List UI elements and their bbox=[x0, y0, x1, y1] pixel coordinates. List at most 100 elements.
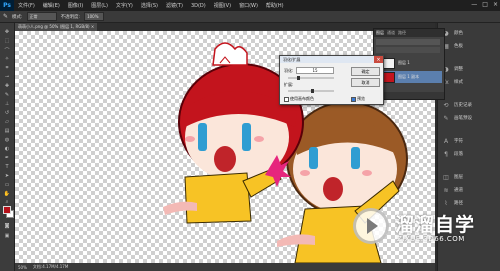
layers-panel-footer bbox=[374, 92, 444, 99]
foreground-color-swatch[interactable] bbox=[3, 206, 11, 214]
brush-icon[interactable]: ✎ bbox=[3, 13, 8, 20]
screen-mode-icon[interactable]: ▣ bbox=[3, 233, 11, 239]
feather-input[interactable]: 15 bbox=[296, 67, 334, 74]
doc-info: 文档:4.17M/4.17M bbox=[32, 264, 69, 269]
dock-item-channels[interactable]: ≋ 通道 bbox=[438, 184, 500, 196]
checkbox-label: 使用画布颜色 bbox=[290, 96, 314, 101]
minimize-button[interactable]: — bbox=[471, 1, 477, 8]
menu-view[interactable]: 视图(V) bbox=[210, 2, 235, 9]
document-tab[interactable]: 萌萌小人.png @ 50% (图层 1, RGB/8) × bbox=[15, 23, 97, 31]
dock-label: 图层 bbox=[454, 175, 463, 180]
opacity-input[interactable]: 100% bbox=[84, 12, 105, 21]
menu-3d[interactable]: 3D(D) bbox=[187, 3, 210, 9]
zoom-tool-icon[interactable]: ⌕ bbox=[3, 199, 11, 205]
checkbox-box[interactable] bbox=[284, 96, 289, 102]
dock-label: 色板 bbox=[454, 44, 463, 49]
dock-item-adjust[interactable]: ◑ 调整 bbox=[438, 63, 500, 75]
mode-select[interactable]: 正常 bbox=[26, 12, 57, 21]
dock-item-swatches[interactable]: ▦ 色板 bbox=[438, 40, 500, 52]
menu-layer[interactable]: 图层(L) bbox=[87, 2, 112, 9]
gradient-tool-icon[interactable]: ▤ bbox=[3, 128, 11, 134]
cancel-button[interactable]: 取消 bbox=[351, 78, 380, 87]
checkbox-box[interactable] bbox=[351, 96, 356, 102]
crop-tool-icon[interactable]: ⌗ bbox=[3, 65, 11, 71]
use-canvas-color-checkbox[interactable]: 使用画布颜色 bbox=[284, 96, 314, 102]
lasso-tool-icon[interactable]: ⌒ bbox=[3, 47, 11, 54]
menu-filter[interactable]: 滤镜(T) bbox=[162, 2, 187, 9]
layer-name: 图层 1 副本 bbox=[398, 74, 420, 79]
tab-layers[interactable]: 图层 bbox=[376, 30, 384, 36]
blur-tool-icon[interactable]: ◍ bbox=[3, 137, 11, 143]
tab-paths[interactable]: 路径 bbox=[398, 30, 406, 36]
expand-slider-knob[interactable] bbox=[311, 89, 314, 93]
brush-tool-icon[interactable]: ✎ bbox=[3, 92, 11, 98]
expand-label: 扩展: bbox=[284, 82, 294, 87]
options-bar: ✎ 模式: 正常 不透明度: 100% bbox=[0, 11, 500, 23]
channels-icon: ≋ bbox=[443, 186, 449, 194]
dock-label: 通道 bbox=[454, 188, 463, 193]
dock-label: 样式 bbox=[454, 80, 463, 85]
zoom-readout[interactable]: 50% bbox=[18, 265, 27, 270]
blend-opacity-row[interactable] bbox=[376, 47, 440, 53]
menu-edit[interactable]: 编辑(E) bbox=[39, 2, 64, 9]
paragraph-icon: ¶ bbox=[444, 150, 448, 158]
stamp-tool-icon[interactable]: ⊥ bbox=[3, 101, 11, 107]
layer-name: 图层 1 bbox=[398, 60, 410, 65]
history-brush-tool-icon[interactable]: ↺ bbox=[3, 110, 11, 116]
dock-item-layers[interactable]: ◫ 图层 bbox=[438, 171, 500, 183]
dock-item-brush-preset[interactable]: ✎ 画笔预设 bbox=[438, 112, 500, 124]
feather-slider-knob[interactable] bbox=[297, 76, 300, 80]
tab-channels[interactable]: 通道 bbox=[387, 30, 395, 36]
photoshop-logo: Ps bbox=[0, 0, 14, 11]
dodge-tool-icon[interactable]: ◐ bbox=[3, 146, 11, 152]
feather-slider[interactable] bbox=[288, 76, 334, 80]
dialog-title: 羽化/扩展 bbox=[280, 56, 383, 63]
toolbox: ✥ ⬚ ⌒ ✧ ⌗ ⊸ ✚ ✎ ⊥ ↺ ▱ ▤ ◍ ◐ ✒ T ➤ ▭ ✋ ⌕ … bbox=[0, 23, 15, 271]
layer-thumbnail bbox=[383, 71, 395, 83]
feather-label: 羽化: bbox=[284, 68, 294, 73]
pen-tool-icon[interactable]: ✒ bbox=[3, 155, 11, 161]
move-tool-icon[interactable]: ✥ bbox=[3, 29, 11, 35]
marquee-tool-icon[interactable]: ⬚ bbox=[3, 38, 11, 44]
dock-label: 段落 bbox=[454, 152, 463, 157]
close-button[interactable]: × bbox=[493, 1, 498, 8]
layer-row[interactable]: ◉ 图层 1 bbox=[375, 57, 442, 69]
dialog-close-button[interactable]: × bbox=[374, 56, 383, 63]
healing-tool-icon[interactable]: ✚ bbox=[3, 83, 11, 89]
window-controls: — □ × bbox=[471, 1, 498, 8]
preview-checkbox[interactable]: 预览 bbox=[351, 96, 365, 102]
menu-type[interactable]: 文字(Y) bbox=[112, 2, 137, 9]
dock-item-paragraph[interactable]: ¶ 段落 bbox=[438, 148, 500, 160]
dock-label: 字符 bbox=[454, 139, 463, 144]
layer-row-active[interactable]: ◉ 图层 1 副本 bbox=[375, 71, 442, 83]
menu-help[interactable]: 帮助(H) bbox=[262, 2, 288, 9]
maximize-button[interactable]: □ bbox=[482, 1, 488, 8]
menu-file[interactable]: 文件(F) bbox=[14, 2, 39, 9]
dock-item-style[interactable]: fx 样式 bbox=[438, 76, 500, 88]
menu-bar: Ps 文件(F) 编辑(E) 图像(I) 图层(L) 文字(Y) 选择(S) 滤… bbox=[0, 0, 500, 11]
magic-wand-tool-icon[interactable]: ✧ bbox=[3, 56, 11, 62]
eyedropper-tool-icon[interactable]: ⊸ bbox=[3, 74, 11, 80]
shape-tool-icon[interactable]: ▭ bbox=[3, 182, 11, 188]
mode-label: 模式: bbox=[12, 14, 23, 20]
quick-mask-icon[interactable]: ◙ bbox=[3, 223, 11, 229]
dock-item-char[interactable]: A 字符 bbox=[438, 135, 500, 147]
eraser-tool-icon[interactable]: ▱ bbox=[3, 119, 11, 125]
menu-image[interactable]: 图像(I) bbox=[64, 2, 87, 9]
layers-panel-tabs: 图层 通道 路径 bbox=[374, 29, 444, 37]
ok-button[interactable]: 确定 bbox=[351, 67, 380, 76]
dock-label: 画笔预设 bbox=[454, 116, 472, 121]
dock-item-color[interactable]: ◕ 颜色 bbox=[438, 27, 500, 39]
expand-slider[interactable] bbox=[288, 89, 334, 93]
checkbox-label: 预览 bbox=[357, 96, 365, 101]
menu-select[interactable]: 选择(S) bbox=[137, 2, 162, 9]
menu-window[interactable]: 窗口(W) bbox=[235, 2, 262, 9]
layer-filter-bar[interactable] bbox=[376, 39, 440, 45]
feather-dialog: 羽化/扩展 × 羽化: 15 扩展: 确定 取消 使用画布颜色 预览 bbox=[279, 55, 384, 105]
path-select-tool-icon[interactable]: ➤ bbox=[3, 173, 11, 179]
opacity-label: 不透明度: bbox=[60, 14, 81, 20]
dock-item-history[interactable]: ⟲ 历史记录 bbox=[438, 99, 500, 111]
type-tool-icon[interactable]: T bbox=[3, 164, 11, 170]
play-icon bbox=[367, 218, 378, 234]
hand-tool-icon[interactable]: ✋ bbox=[3, 191, 11, 197]
